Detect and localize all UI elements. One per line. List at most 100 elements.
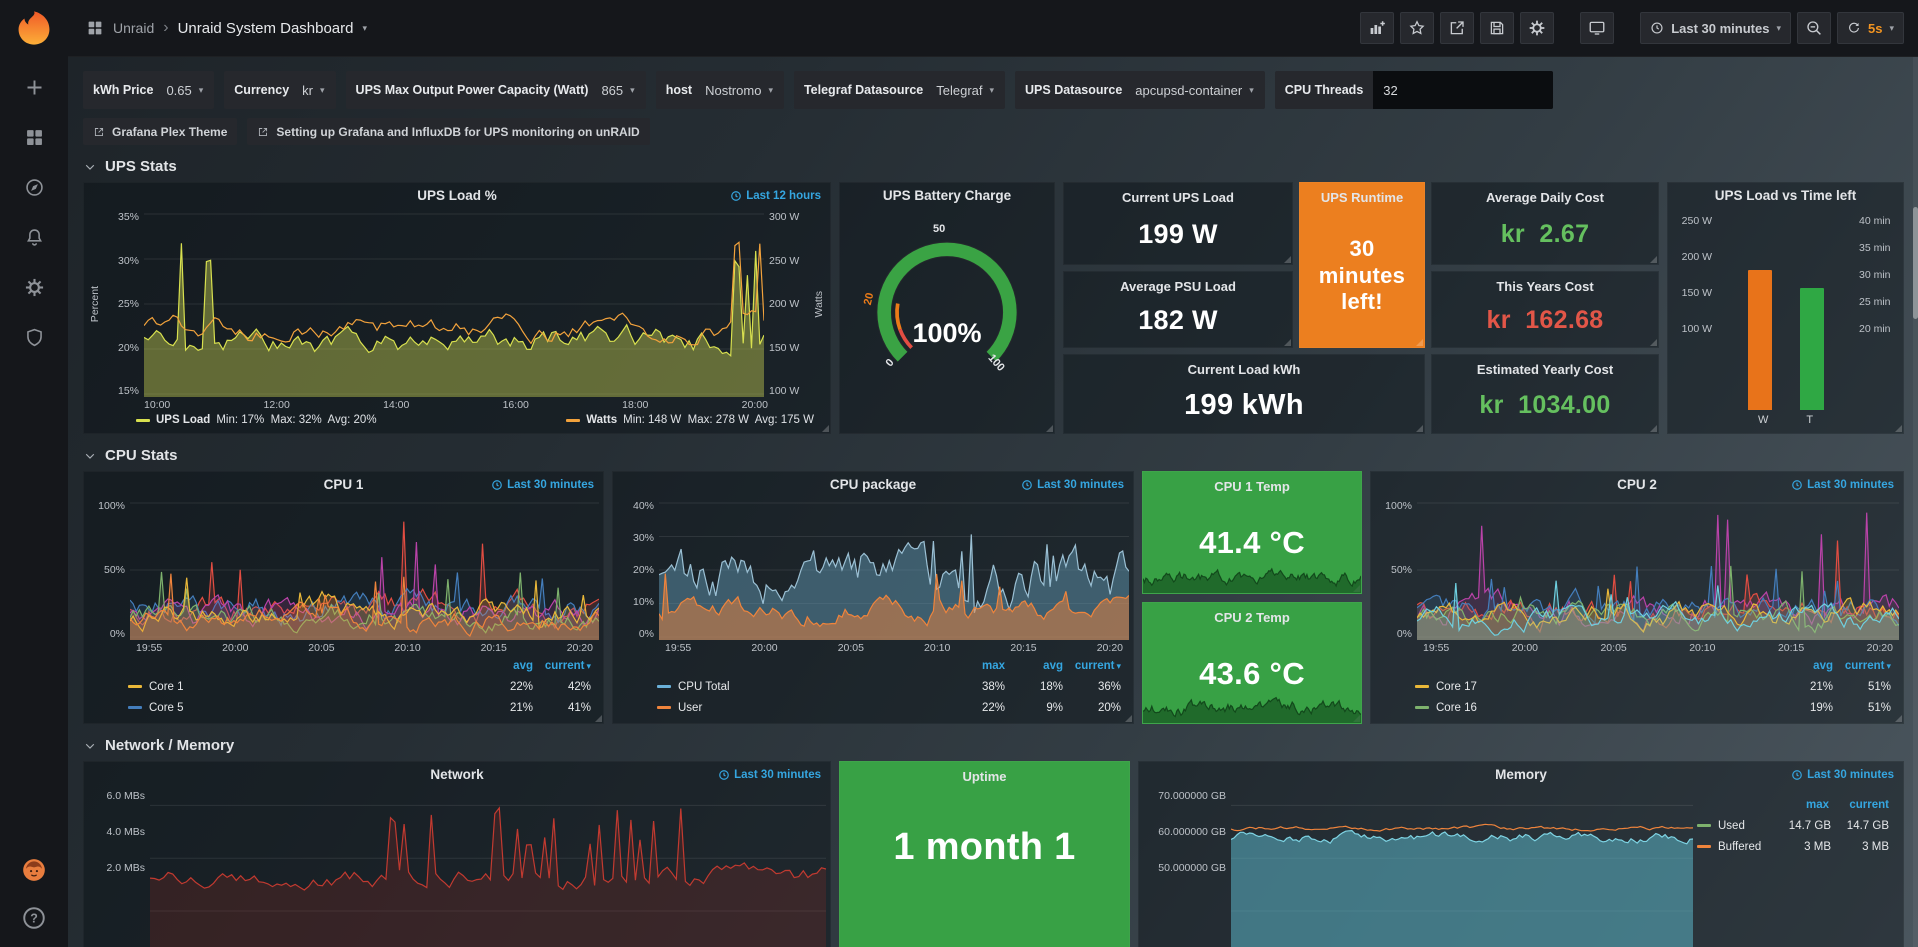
time-series-plot bbox=[150, 790, 826, 947]
panel-title-bar[interactable]: UPS Load vs Time left bbox=[1668, 183, 1903, 209]
configuration-gear-icon[interactable] bbox=[24, 277, 45, 298]
memory-chart[interactable] bbox=[1231, 790, 1693, 947]
stat-value: 199 kWh bbox=[1184, 377, 1304, 433]
breadcrumb-root[interactable]: Unraid bbox=[113, 20, 154, 36]
grafana-logo[interactable] bbox=[15, 9, 53, 47]
stat-title[interactable]: Current Load kWh bbox=[1188, 362, 1301, 377]
create-plus-icon[interactable] bbox=[24, 77, 45, 98]
section-ups-stats[interactable]: UPS Stats bbox=[83, 158, 1904, 175]
panel-time-range[interactable]: Last 12 hours bbox=[730, 183, 821, 209]
bar-y-axis-right: 40 min35 min30 min25 min20 min bbox=[1853, 213, 1901, 412]
panel-title-bar[interactable]: Memory Last 30 minutes bbox=[1139, 762, 1903, 788]
breadcrumb: Unraid › Unraid System Dashboard ▾ bbox=[86, 19, 367, 37]
stat-title[interactable]: This Years Cost bbox=[1496, 279, 1593, 294]
variable-value-dropdown[interactable]: Nostromo▾ bbox=[702, 83, 784, 98]
variable-value-dropdown[interactable]: 0.65▾ bbox=[163, 83, 214, 98]
variable-label: Telegraf Datasource bbox=[794, 83, 933, 97]
time-series-plot bbox=[130, 500, 599, 640]
battery-gauge: 0 20 50 100 100% bbox=[847, 223, 1047, 393]
variable-value-dropdown[interactable]: kr▾ bbox=[299, 83, 335, 98]
cpu-threads-input[interactable] bbox=[1373, 71, 1553, 109]
cpu-package-chart[interactable] bbox=[659, 500, 1129, 640]
legend-series-name[interactable]: Core 5 bbox=[128, 702, 475, 714]
panel-title-bar[interactable]: Network Last 30 minutes bbox=[84, 762, 830, 788]
panel-ups-load: UPS Load % Last 12 hours Percent 35%30%2… bbox=[83, 182, 831, 434]
cycle-view-mode-button[interactable] bbox=[1580, 12, 1614, 44]
dashboard-title[interactable]: Unraid System Dashboard bbox=[178, 20, 354, 37]
server-admin-shield-icon[interactable] bbox=[24, 327, 45, 348]
panel-title-bar[interactable]: UPS Load % Last 12 hours bbox=[84, 183, 830, 209]
legend-series-name[interactable]: Core 16 bbox=[1415, 702, 1775, 714]
help-icon[interactable]: ? bbox=[21, 905, 47, 931]
alerting-bell-icon[interactable] bbox=[24, 227, 45, 248]
cpu2-chart[interactable] bbox=[1417, 500, 1899, 640]
legend-item[interactable]: UPS LoadMin: 17% Max: 32% Avg: 20% bbox=[136, 414, 377, 426]
panel-title-bar[interactable]: CPU 1 Last 30 minutes bbox=[84, 472, 603, 498]
cpu1-chart[interactable] bbox=[130, 500, 599, 640]
refresh-button[interactable]: 5s ▾ bbox=[1837, 12, 1904, 44]
dashboards-icon[interactable] bbox=[24, 127, 45, 148]
legend-series-name[interactable]: Core 1 bbox=[128, 681, 475, 693]
star-icon bbox=[1408, 19, 1426, 37]
stat-title[interactable]: Average PSU Load bbox=[1120, 279, 1236, 294]
variable-value-dropdown[interactable]: 865▾ bbox=[598, 83, 645, 98]
panel-cpu-package: CPU package Last 30 minutes 40%30%20%10%… bbox=[612, 471, 1134, 724]
panel-time-range[interactable]: Last 30 minutes bbox=[1791, 762, 1894, 788]
stat-title[interactable]: CPU 2 Temp bbox=[1214, 610, 1290, 625]
share-dashboard-button[interactable] bbox=[1440, 12, 1474, 44]
panel-title-bar[interactable]: UPS Battery Charge bbox=[840, 183, 1054, 209]
legend-series-name[interactable]: User bbox=[657, 702, 947, 714]
gauge-threshold-label: 20 bbox=[862, 291, 876, 306]
panel-title-bar[interactable]: CPU package Last 30 minutes bbox=[613, 472, 1133, 498]
panel-title-bar[interactable]: CPU 2 Last 30 minutes bbox=[1371, 472, 1903, 498]
stat-title[interactable]: CPU 1 Temp bbox=[1214, 479, 1290, 494]
time-picker-button[interactable]: Last 30 minutes ▾ bbox=[1640, 12, 1791, 44]
caret-down-icon: ▾ bbox=[630, 86, 635, 95]
external-link-icon bbox=[93, 126, 105, 138]
page-scrollbar[interactable] bbox=[1913, 57, 1918, 947]
series-swatch bbox=[566, 419, 580, 422]
stat-title[interactable]: Average Daily Cost bbox=[1486, 190, 1604, 205]
section-cpu-stats[interactable]: CPU Stats bbox=[83, 447, 1904, 464]
x-axis: 19:5520:0020:0520:1020:1520:20 bbox=[613, 640, 1133, 655]
panel-time-range[interactable]: Last 30 minutes bbox=[1791, 472, 1894, 498]
dashboard-link-ups-guide[interactable]: Setting up Grafana and InfluxDB for UPS … bbox=[247, 118, 649, 145]
stat-value: 182 W bbox=[1138, 294, 1218, 347]
panel-time-range[interactable]: Last 30 minutes bbox=[491, 472, 594, 498]
series-swatch bbox=[128, 706, 142, 709]
legend-series-name[interactable]: Core 17 bbox=[1415, 681, 1775, 693]
zoom-out-time-button[interactable] bbox=[1797, 12, 1831, 44]
legend-series-name[interactable]: Used bbox=[1697, 820, 1773, 832]
dashboard-link-plex-theme[interactable]: Grafana Plex Theme bbox=[83, 118, 237, 145]
stat-title[interactable]: UPS Runtime bbox=[1321, 190, 1403, 205]
legend-row: Used 14.7 GB14.7 GB bbox=[1697, 815, 1889, 836]
network-chart[interactable] bbox=[150, 790, 826, 947]
stat-title[interactable]: Uptime bbox=[962, 769, 1006, 784]
panel-time-range[interactable]: Last 30 minutes bbox=[718, 762, 821, 788]
stat-value: 199 W bbox=[1138, 205, 1218, 264]
variable-value-dropdown[interactable]: Telegraf▾ bbox=[933, 83, 1005, 98]
ups-load-chart[interactable] bbox=[144, 211, 764, 397]
time-series-plot bbox=[1417, 500, 1899, 640]
dashboard-settings-button[interactable] bbox=[1520, 12, 1554, 44]
legend-series-name[interactable]: CPU Total bbox=[657, 681, 947, 693]
caret-down-icon[interactable]: ▾ bbox=[363, 24, 368, 33]
bar-chart[interactable] bbox=[1718, 213, 1853, 412]
add-panel-button[interactable] bbox=[1360, 12, 1394, 44]
section-network-memory[interactable]: Network / Memory bbox=[83, 737, 1904, 754]
stat-title[interactable]: Estimated Yearly Cost bbox=[1477, 362, 1613, 377]
save-dashboard-button[interactable] bbox=[1480, 12, 1514, 44]
scrollbar-thumb[interactable] bbox=[1913, 207, 1918, 319]
legend-table: maxavgcurrent CPU Total 38%18%36% User 2… bbox=[613, 655, 1133, 723]
legend-series-name[interactable]: Buffered bbox=[1697, 841, 1773, 853]
panel-time-range[interactable]: Last 30 minutes bbox=[1021, 472, 1124, 498]
variable-label: UPS Max Output Power Capacity (Watt) bbox=[346, 83, 599, 97]
star-dashboard-button[interactable] bbox=[1400, 12, 1434, 44]
explore-compass-icon[interactable] bbox=[24, 177, 45, 198]
y-axis-left: 70.000000 GB60.000000 GB50.000000 GB bbox=[1143, 790, 1231, 886]
user-avatar[interactable] bbox=[21, 857, 47, 883]
stat-value: 41.4 °C bbox=[1199, 494, 1305, 593]
stat-title[interactable]: Current UPS Load bbox=[1122, 190, 1234, 205]
variable-value-dropdown[interactable]: apcupsd-container▾ bbox=[1132, 83, 1265, 98]
legend-item[interactable]: WattsMin: 148 W Max: 278 W Avg: 175 W bbox=[566, 414, 814, 426]
